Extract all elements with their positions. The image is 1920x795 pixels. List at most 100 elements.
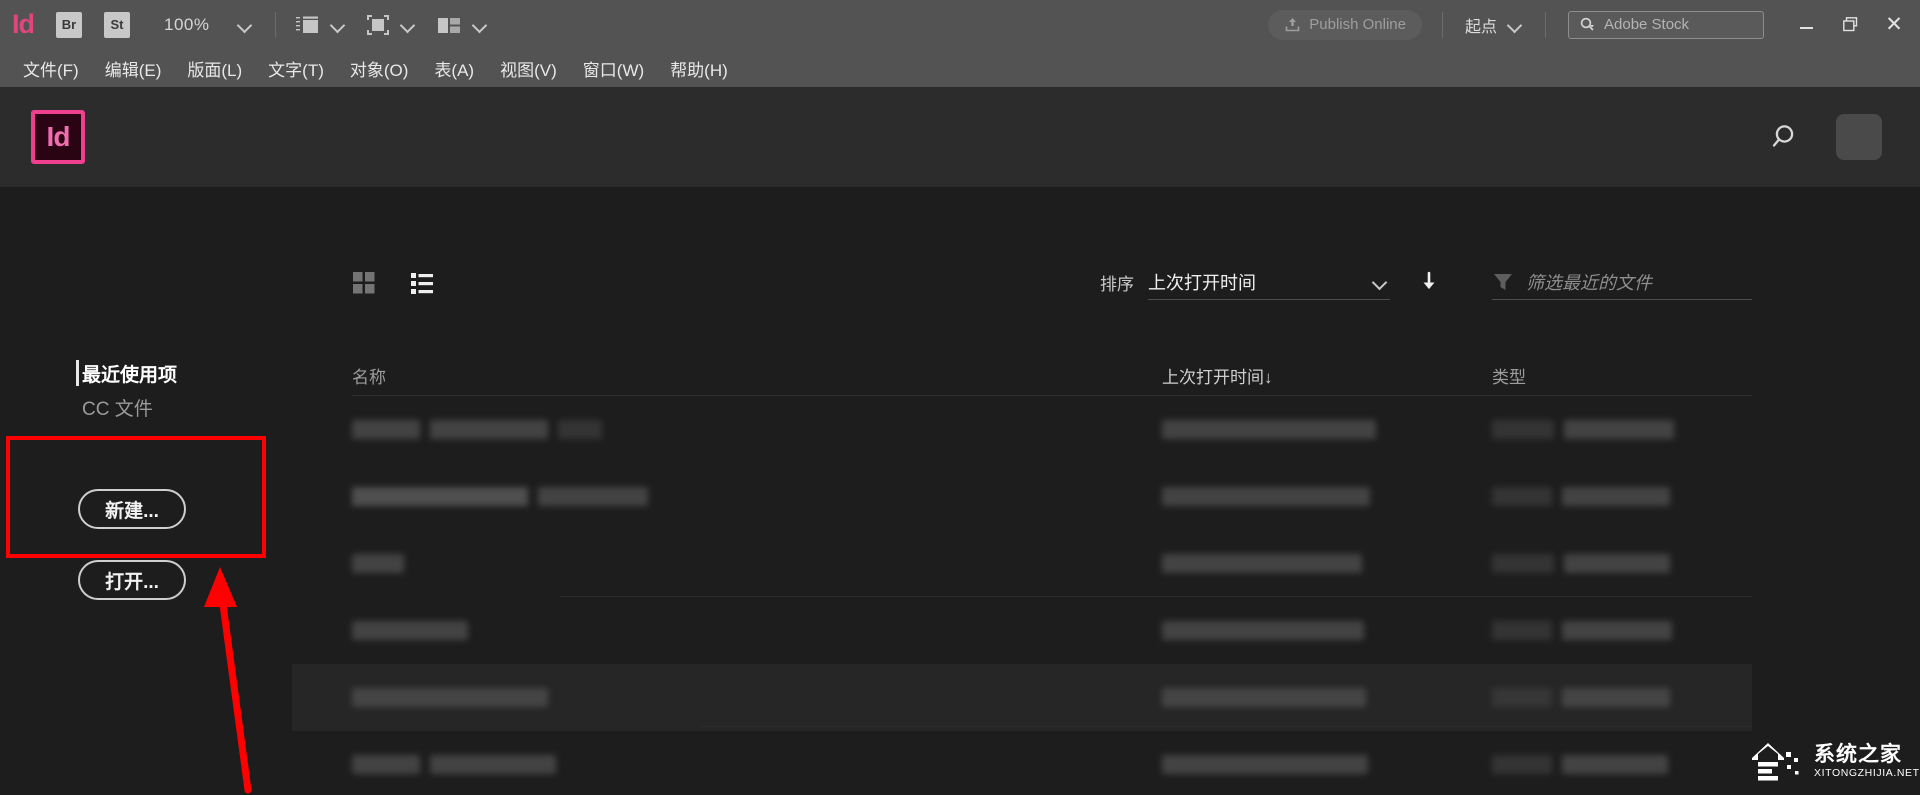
xitongzhijia-logo-icon (1752, 743, 1799, 781)
cell-type (1492, 688, 1752, 707)
sidebar-item-recent-label: 最近使用项 (82, 364, 178, 386)
publish-online-label: Publish Online (1309, 16, 1406, 33)
workspace-switcher[interactable]: 起点 (1465, 13, 1525, 37)
publish-online-button[interactable]: Publish Online (1268, 9, 1422, 40)
table-row[interactable] (352, 530, 1752, 597)
minimize-icon[interactable] (1784, 7, 1828, 43)
workspace-chevron-down-icon[interactable] (1505, 15, 1525, 35)
sort-arrow-icon: ↓ (1264, 368, 1273, 387)
sort-controls: 排序 上次打开时间 (1100, 264, 1440, 300)
search-icon[interactable] (1770, 121, 1802, 153)
sort-descending-arrow-icon[interactable] (1418, 269, 1440, 295)
cell-name (352, 554, 1162, 573)
new-document-button[interactable]: 新建... (78, 489, 186, 529)
sidebar-item-recent[interactable]: 最近使用项 (0, 356, 177, 390)
grid-view-icon[interactable] (352, 271, 376, 295)
watermark: 系统之家 XITONGZHIJIA.NET (1748, 738, 1920, 784)
adobe-stock-search-input[interactable]: Adobe Stock (1568, 10, 1764, 39)
table-header-row: 名称 上次打开时间↓ 类型 (352, 356, 1752, 396)
view-mode-icon[interactable] (366, 14, 390, 36)
column-header-last-opened[interactable]: 上次打开时间↓ (1162, 363, 1492, 395)
cell-type (1492, 487, 1752, 506)
workspace-label: 起点 (1464, 18, 1497, 36)
zoom-chevron-down-icon[interactable] (235, 15, 255, 35)
watermark-text: 系统之家 XITONGZHIJIA.NET (1814, 744, 1920, 779)
cell-type (1492, 554, 1752, 573)
filter-recent-files-input[interactable]: 筛选最近的文件 (1492, 264, 1752, 300)
table-row[interactable] (292, 664, 1752, 731)
restore-icon[interactable] (1828, 7, 1872, 43)
avatar[interactable] (1836, 114, 1882, 160)
column-header-type[interactable]: 类型 (1492, 363, 1752, 395)
zoom-level-value[interactable]: 100% (164, 15, 209, 35)
sort-selected-value: 上次打开时间 (1148, 272, 1256, 293)
cell-type (1492, 755, 1752, 774)
cell-last-opened (1162, 487, 1492, 506)
cell-last-opened (1162, 621, 1492, 640)
open-document-button[interactable]: 打开... (78, 560, 186, 600)
menu-item-view[interactable]: 视图(V) (487, 49, 570, 87)
row-divider (700, 726, 1752, 727)
bridge-button[interactable]: Br (56, 11, 82, 38)
view-mode-chevron-down-icon[interactable] (398, 15, 418, 35)
cell-name (352, 755, 1162, 774)
close-icon[interactable]: ✕ (1872, 7, 1916, 43)
cell-name (352, 621, 1162, 640)
stock-button[interactable]: St (104, 11, 130, 38)
arrange-documents-icon[interactable] (436, 14, 462, 36)
menu-item-object[interactable]: 对象(O) (337, 49, 422, 87)
publish-upload-icon (1285, 18, 1300, 32)
table-row[interactable] (352, 731, 1752, 795)
search-dropdown-icon (1580, 17, 1594, 31)
screen-mode-icon[interactable] (294, 14, 320, 36)
publish-divider (1441, 11, 1443, 38)
menu-item-edit[interactable]: 编辑(E) (92, 49, 175, 87)
table-row[interactable] (352, 463, 1752, 530)
list-view-icon[interactable] (410, 271, 434, 295)
watermark-en: XITONGZHIJIA.NET (1814, 766, 1920, 779)
cell-name (352, 420, 1162, 439)
title-bar: Id Br St 100% Publish Online 起点 Adobe St… (0, 0, 1920, 49)
arrange-documents-chevron-down-icon[interactable] (470, 15, 490, 35)
view-mode-group[interactable] (366, 14, 418, 36)
sort-select[interactable]: 上次打开时间 (1148, 264, 1390, 300)
adobe-stock-placeholder: Adobe Stock (1604, 16, 1690, 33)
menu-item-table[interactable]: 表(A) (421, 49, 487, 87)
menu-item-type[interactable]: 文字(T) (255, 49, 337, 87)
sidebar-item-cc-files[interactable]: CC 文件 (0, 390, 177, 424)
menu-item-help[interactable]: 帮助(H) (657, 49, 741, 87)
column-header-name[interactable]: 名称 (352, 363, 1162, 395)
sort-label: 排序 (1100, 274, 1134, 294)
table-row[interactable] (352, 597, 1752, 664)
toolbar-divider (275, 11, 277, 38)
workspace-divider (1545, 11, 1546, 38)
cell-last-opened (1162, 420, 1492, 439)
recent-files-table: 名称 上次打开时间↓ 类型 (292, 356, 1752, 795)
arrange-documents-group[interactable] (436, 14, 490, 36)
title-bar-right-group: Publish Online 起点 Adobe Stock ✕ (1268, 0, 1920, 49)
watermark-cn: 系统之家 (1814, 742, 1902, 766)
chevron-down-icon[interactable] (1370, 272, 1390, 292)
indesign-start-screen: Id Br St 100% Publish Online 起点 Adobe St… (0, 0, 1920, 795)
home-header-bar: Id (0, 87, 1920, 188)
sidebar-item-cc-files-label: CC 文件 (82, 398, 153, 420)
filter-placeholder: 筛选最近的文件 (1526, 272, 1652, 293)
menu-bar: 文件(F) 编辑(E) 版面(L) 文字(T) 对象(O) 表(A) 视图(V)… (0, 49, 1920, 87)
home-header-actions (1770, 114, 1882, 160)
filter-funnel-icon (1494, 273, 1512, 290)
cell-name (352, 688, 1162, 707)
cell-type (1492, 621, 1752, 640)
cell-last-opened (1162, 755, 1492, 774)
screen-mode-chevron-down-icon[interactable] (328, 15, 348, 35)
cell-last-opened (1162, 554, 1492, 573)
sidebar-nav: 最近使用项 CC 文件 (0, 356, 177, 424)
table-row[interactable] (352, 396, 1752, 463)
menu-item-window[interactable]: 窗口(W) (570, 49, 657, 87)
menu-item-layout[interactable]: 版面(L) (174, 49, 255, 87)
cell-name (352, 487, 1162, 506)
cell-last-opened (1162, 688, 1492, 707)
menu-item-file[interactable]: 文件(F) (10, 49, 92, 87)
screen-mode-group[interactable] (294, 14, 348, 36)
view-toggle-group (352, 271, 434, 295)
cell-type (1492, 420, 1752, 439)
